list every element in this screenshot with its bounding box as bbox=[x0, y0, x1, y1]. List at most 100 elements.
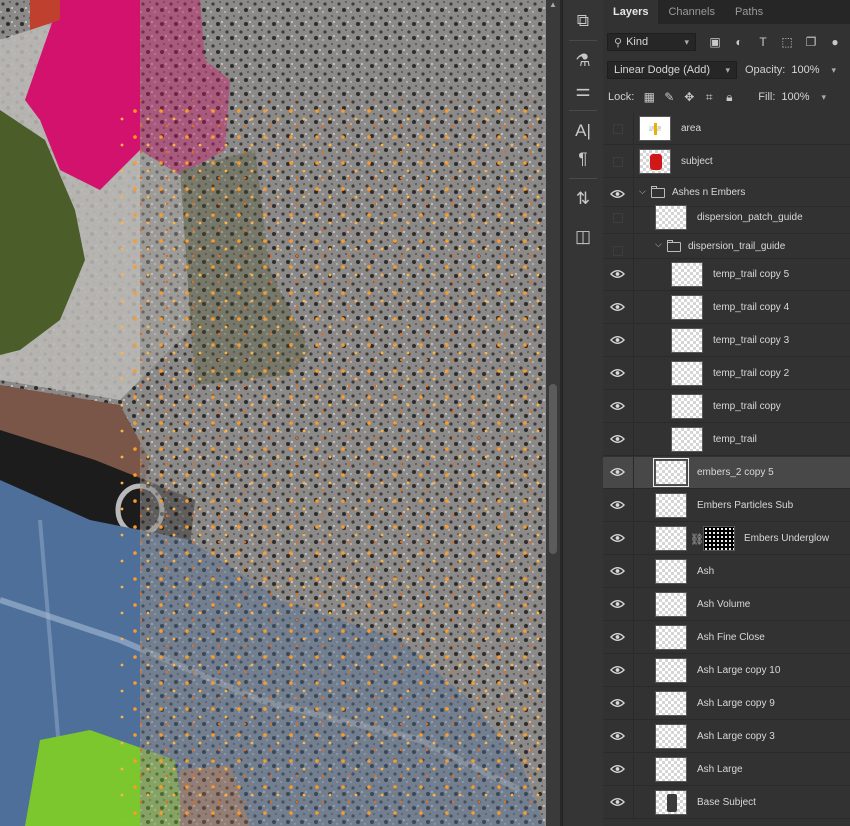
search-icon: ⚲ bbox=[614, 36, 623, 49]
eye-icon[interactable] bbox=[608, 431, 626, 447]
filter-kind-dropdown[interactable]: ⚲ Kind ▾ bbox=[607, 33, 696, 51]
chevron-down-icon: ▾ bbox=[725, 64, 730, 75]
eye-icon[interactable] bbox=[608, 530, 626, 546]
fill-value[interactable]: 100% bbox=[781, 91, 809, 103]
eye-icon[interactable] bbox=[608, 794, 626, 810]
tab-layers[interactable]: Layers bbox=[603, 0, 659, 24]
layer-row[interactable]: Ash Large bbox=[603, 754, 850, 786]
canvas-vertical-scrollbar[interactable]: ▲ bbox=[546, 0, 560, 826]
layer-thumbnail bbox=[655, 757, 687, 782]
row-divider bbox=[633, 391, 634, 422]
eye-icon[interactable] bbox=[608, 398, 626, 414]
opacity-chevron-icon[interactable]: ▾ bbox=[832, 65, 837, 76]
layer-thumbnail bbox=[655, 625, 687, 650]
layer-name: temp_trail copy 3 bbox=[713, 335, 790, 346]
eye-icon[interactable] bbox=[608, 761, 626, 777]
layer-row[interactable]: Ash Volume bbox=[603, 589, 850, 621]
blend-row: Linear Dodge (Add) ▾ Opacity: 100% ▾ bbox=[603, 58, 850, 82]
blend-mode-dropdown[interactable]: Linear Dodge (Add) ▾ bbox=[607, 61, 737, 79]
layer-thumbnail bbox=[655, 526, 687, 551]
eye-icon[interactable] bbox=[608, 563, 626, 579]
layer-row[interactable]: temp_trail copy bbox=[603, 391, 850, 423]
brush-settings-icon[interactable]: ⚗ bbox=[569, 48, 597, 74]
lock-artboard-icon[interactable]: ⌗ bbox=[700, 88, 718, 106]
layer-row[interactable]: Ash Large copy 9 bbox=[603, 688, 850, 720]
layer-thumbnail bbox=[655, 724, 687, 749]
layer-row[interactable]: Embers Particles Sub bbox=[603, 490, 850, 522]
layer-row[interactable]: area bbox=[603, 113, 850, 145]
layer-row[interactable]: Ash Fine Close bbox=[603, 622, 850, 654]
layer-name: Embers Particles Sub bbox=[697, 500, 794, 511]
row-divider bbox=[633, 457, 634, 488]
visibility-toggle-empty[interactable] bbox=[613, 157, 623, 167]
history-icon[interactable]: ⇅ bbox=[569, 186, 597, 212]
layer-row[interactable]: temp_trail bbox=[603, 424, 850, 456]
3d-icon[interactable]: ◫ bbox=[569, 224, 597, 250]
panel-tabs: Layers Channels Paths bbox=[603, 0, 850, 24]
layer-row[interactable]: subject bbox=[603, 146, 850, 178]
eye-icon[interactable] bbox=[608, 629, 626, 645]
link-chain-icon[interactable]: ⛓ bbox=[690, 533, 704, 546]
layers-list: area subject ⌵ Ashes n Embers dispersion_pat… bbox=[603, 113, 850, 826]
layer-thumbnail bbox=[655, 205, 687, 230]
layer-row[interactable]: temp_trail copy 2 bbox=[603, 358, 850, 390]
layer-row[interactable]: embers_2 copy 5 bbox=[603, 457, 850, 489]
eye-icon[interactable] bbox=[608, 266, 626, 282]
layer-row[interactable]: dispersion_patch_guide bbox=[603, 202, 850, 234]
fill-chevron-icon[interactable]: ▾ bbox=[822, 92, 827, 103]
eye-icon[interactable] bbox=[608, 332, 626, 348]
opacity-label: Opacity: bbox=[745, 64, 786, 76]
eye-icon[interactable] bbox=[608, 728, 626, 744]
paragraph-icon[interactable]: ¶ bbox=[569, 146, 597, 172]
expand-toggle-icon[interactable]: ⌵ bbox=[639, 186, 646, 197]
layer-row[interactable]: temp_trail copy 5 bbox=[603, 259, 850, 291]
scroll-up-arrow-icon[interactable]: ▲ bbox=[546, 0, 560, 10]
eye-icon[interactable] bbox=[608, 299, 626, 315]
eye-icon[interactable] bbox=[608, 596, 626, 612]
layer-row[interactable]: temp_trail copy 4 bbox=[603, 292, 850, 324]
eye-icon[interactable] bbox=[608, 464, 626, 480]
layer-row[interactable]: Ash bbox=[603, 556, 850, 588]
layer-group-row[interactable]: ⌵ dispersion_trail_guide bbox=[603, 235, 850, 259]
expand-toggle-icon[interactable]: ⌵ bbox=[655, 239, 662, 250]
folder-icon bbox=[651, 186, 665, 198]
visibility-toggle-empty[interactable] bbox=[613, 124, 623, 134]
layer-row[interactable]: Base Subject bbox=[603, 787, 850, 819]
tab-channels[interactable]: Channels bbox=[658, 0, 724, 24]
smart-object-filter-icon[interactable]: ❐ bbox=[802, 33, 820, 51]
character-icon[interactable]: A| bbox=[569, 118, 597, 144]
opacity-value[interactable]: 100% bbox=[791, 64, 819, 76]
layer-row[interactable]: Ash Large copy 10 bbox=[603, 655, 850, 687]
eye-icon[interactable] bbox=[608, 695, 626, 711]
strip-divider bbox=[569, 178, 597, 179]
tab-paths[interactable]: Paths bbox=[725, 0, 773, 24]
adjustment-layer-filter-icon[interactable]: ◐ bbox=[730, 33, 748, 51]
layer-thumbnail bbox=[671, 361, 703, 386]
lock-pixels-icon[interactable]: ✎ bbox=[660, 88, 678, 106]
visibility-toggle-empty[interactable] bbox=[613, 246, 623, 256]
visibility-toggle-empty[interactable] bbox=[613, 213, 623, 223]
row-divider bbox=[633, 235, 634, 258]
navigator-icon[interactable]: ⧉ bbox=[569, 8, 597, 34]
row-divider bbox=[633, 556, 634, 587]
layer-row[interactable]: temp_trail copy 3 bbox=[603, 325, 850, 357]
eye-icon[interactable] bbox=[608, 186, 626, 202]
layer-row[interactable]: ⛓ Embers Underglow bbox=[603, 523, 850, 555]
eye-icon[interactable] bbox=[608, 365, 626, 381]
lock-all-icon[interactable]: 🔒︎ bbox=[720, 88, 738, 106]
lock-position-icon[interactable]: ✥ bbox=[680, 88, 698, 106]
layer-row[interactable]: Ash Large copy 3 bbox=[603, 721, 850, 753]
pixel-layer-filter-icon[interactable]: ▣ bbox=[706, 33, 724, 51]
adjustments-icon[interactable]: ⚌ bbox=[569, 78, 597, 104]
type-layer-filter-icon[interactable]: T bbox=[754, 33, 772, 51]
lock-transparency-icon[interactable]: ▦ bbox=[640, 88, 658, 106]
shape-layer-filter-icon[interactable]: ⬚ bbox=[778, 33, 796, 51]
eye-icon[interactable] bbox=[608, 662, 626, 678]
scrollbar-thumb[interactable] bbox=[549, 384, 557, 554]
layer-name: Base Subject bbox=[697, 797, 756, 808]
filter-toggle-icon[interactable]: ● bbox=[826, 33, 844, 51]
layer-mask-thumbnail[interactable] bbox=[703, 526, 735, 551]
eye-icon[interactable] bbox=[608, 497, 626, 513]
strip-divider bbox=[569, 110, 597, 111]
document-canvas[interactable] bbox=[0, 0, 546, 826]
